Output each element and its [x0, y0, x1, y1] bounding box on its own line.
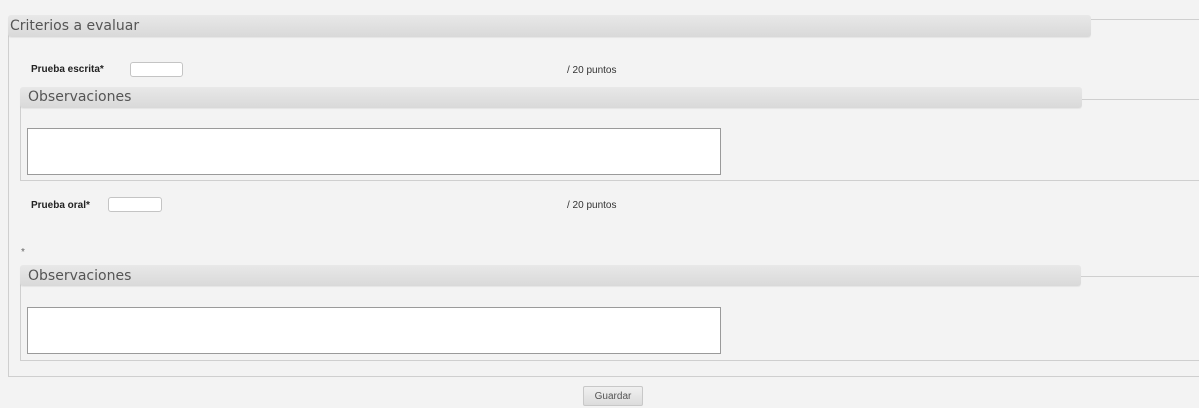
oral-test-label: Prueba oral*: [31, 200, 90, 211]
written-test-label: Prueba escrita*: [31, 64, 104, 75]
written-test-points-suffix: / 20 puntos: [567, 65, 617, 76]
oral-test-score-input[interactable]: [108, 197, 162, 212]
oral-observations-legend: Observaciones: [28, 268, 132, 284]
written-observations-legend-bar: [20, 87, 1082, 108]
criteria-legend: Criterios a evaluar: [10, 18, 140, 34]
save-button[interactable]: Guardar: [583, 386, 643, 406]
oral-observations-textarea[interactable]: [27, 307, 721, 354]
oral-test-points-suffix: / 20 puntos: [567, 200, 617, 211]
criteria-legend-bar: [8, 15, 1091, 37]
required-asterisk: *: [21, 247, 25, 258]
oral-observations-legend-bar: [20, 265, 1081, 286]
written-observations-textarea[interactable]: [27, 128, 721, 175]
written-observations-legend: Observaciones: [28, 89, 132, 105]
written-test-score-input[interactable]: [130, 62, 183, 77]
